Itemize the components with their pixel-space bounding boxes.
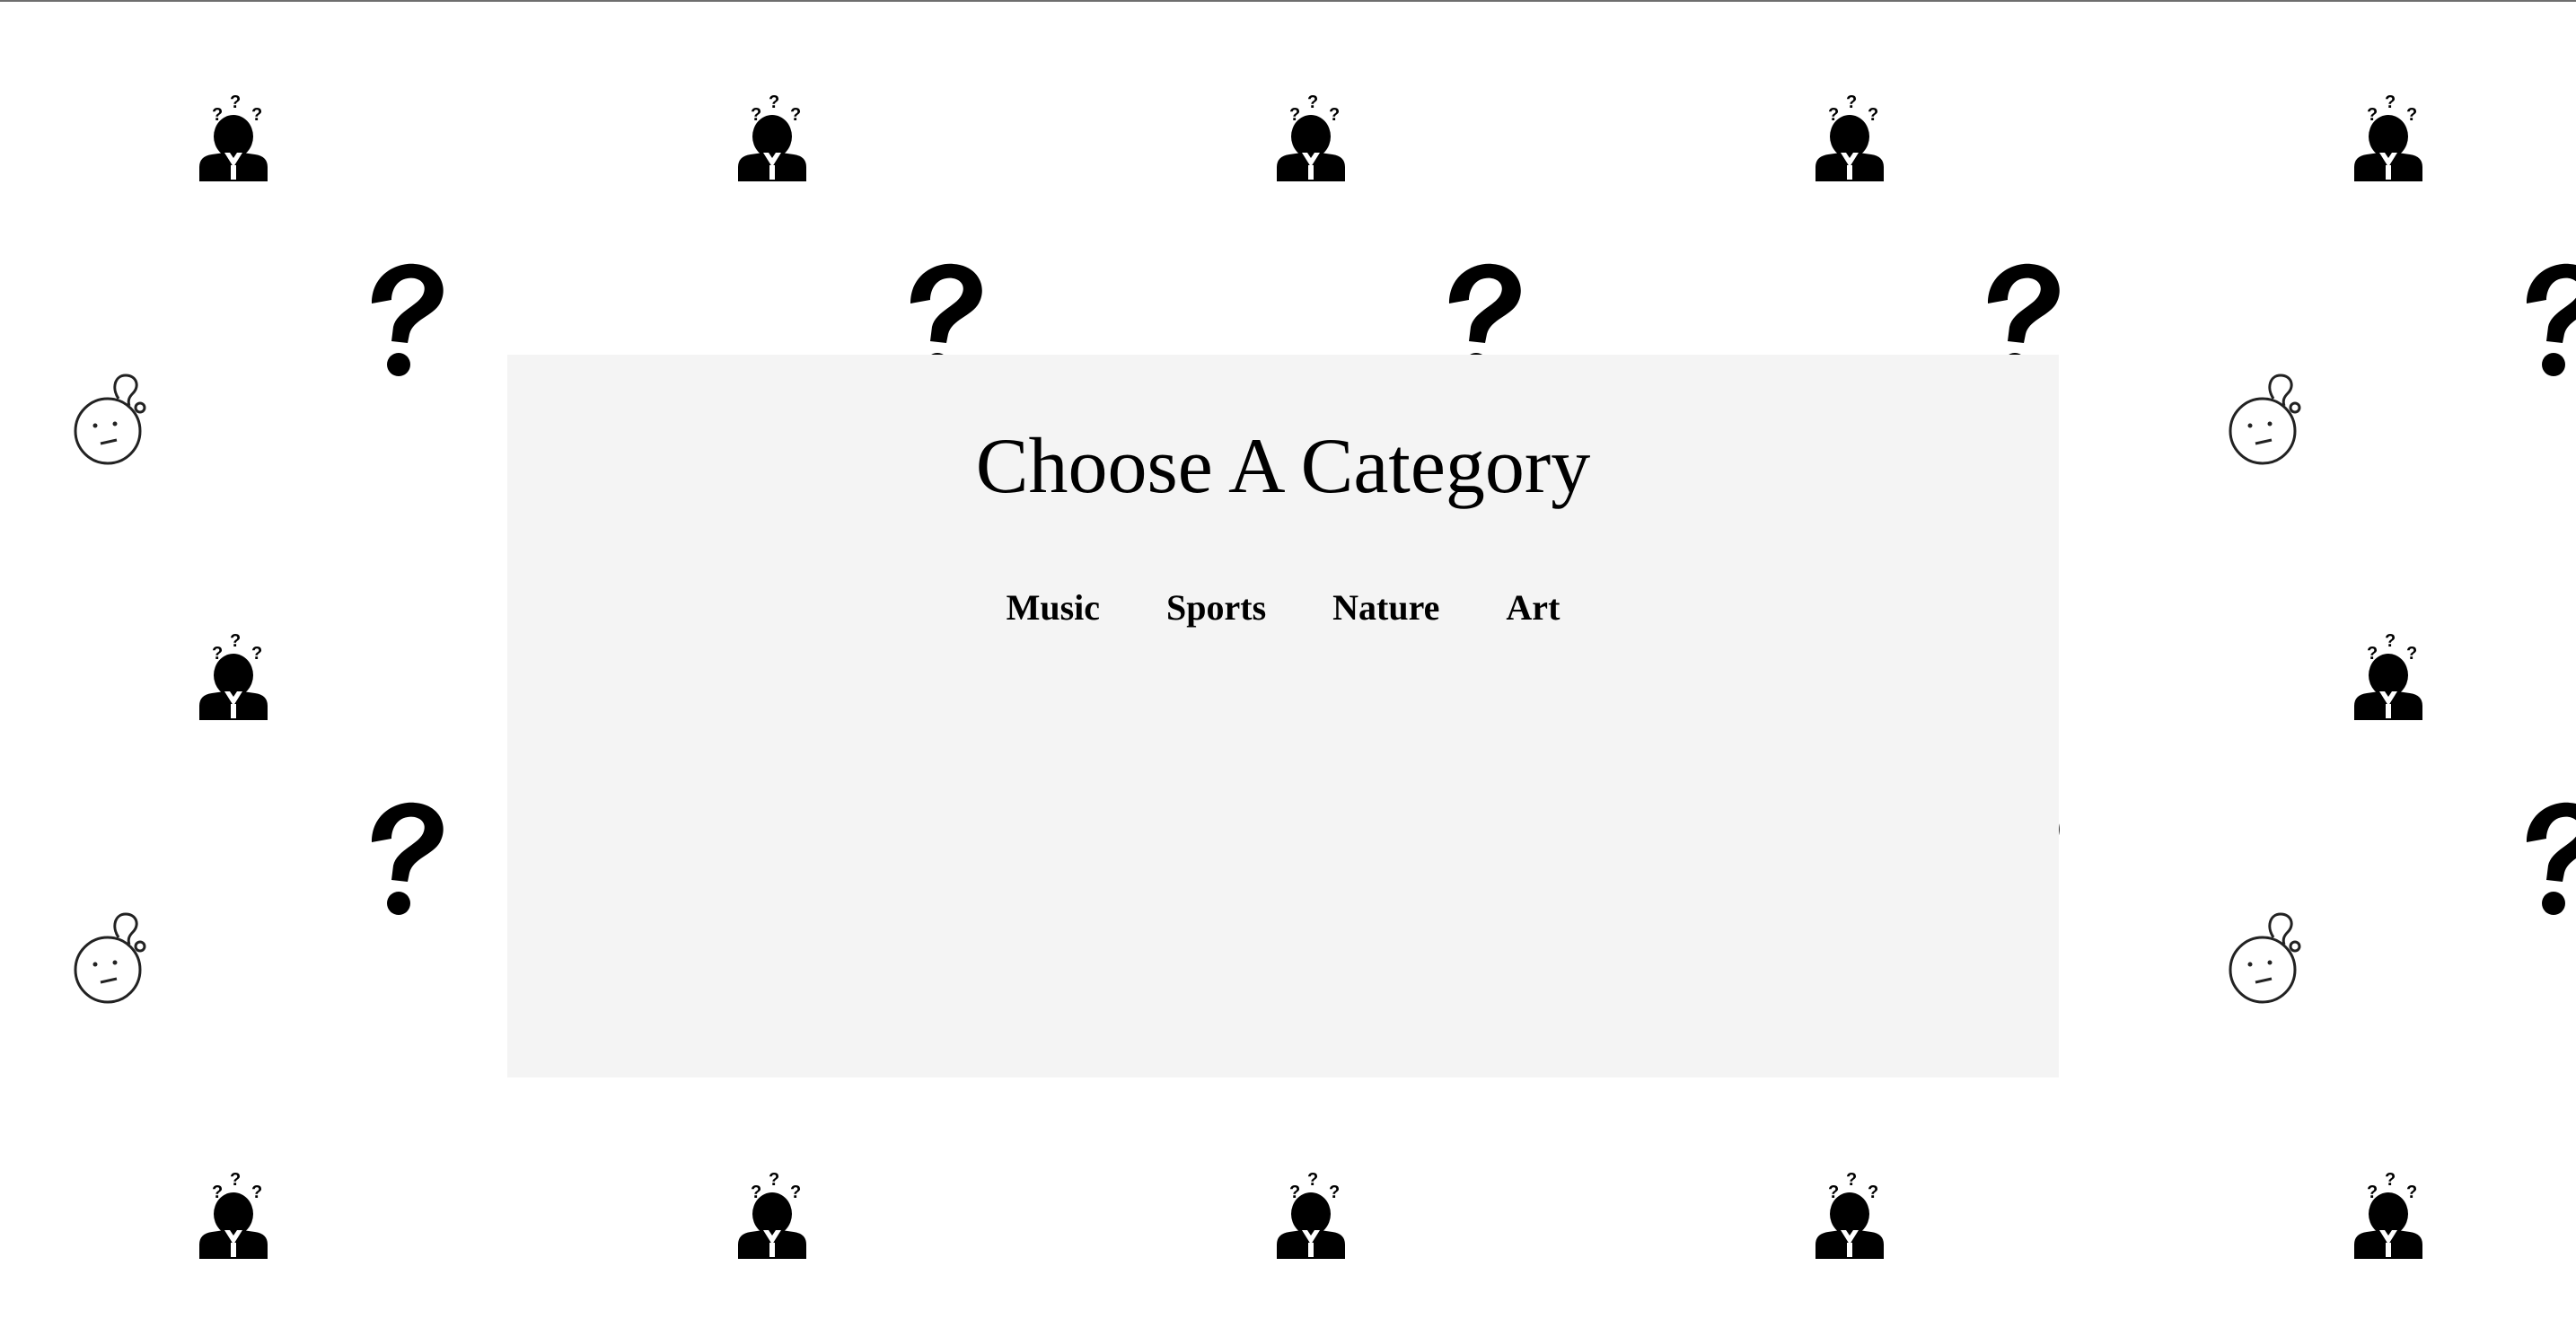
page-title: Choose A Category (975, 423, 1591, 510)
category-nav: Music Sports Nature Art (507, 586, 2059, 629)
category-link-nature[interactable]: Nature (1299, 586, 1473, 629)
category-link-music[interactable]: Music (973, 586, 1133, 629)
category-panel: Choose A Category Music Sports Nature Ar… (507, 355, 2059, 1077)
category-link-sports[interactable]: Sports (1133, 586, 1299, 629)
category-link-art[interactable]: Art (1473, 586, 1593, 629)
